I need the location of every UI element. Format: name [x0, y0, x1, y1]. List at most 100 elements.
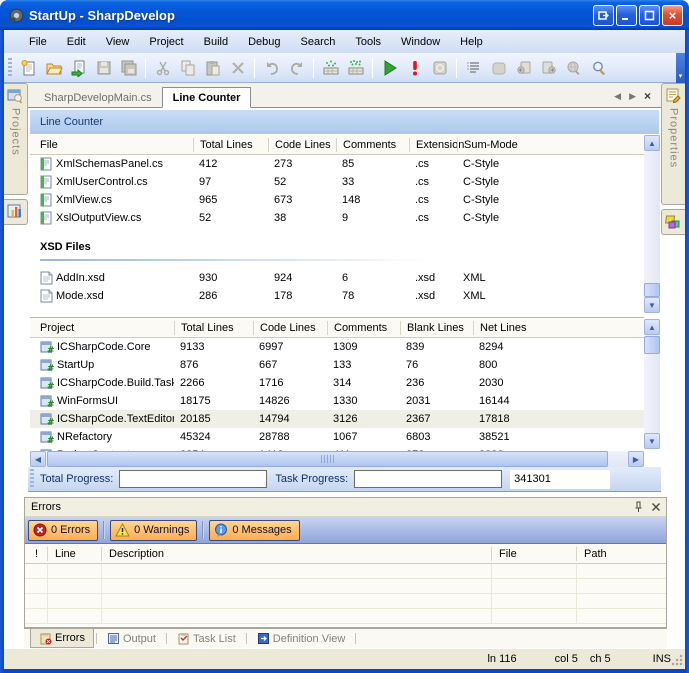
sidebar-tab-projects[interactable]: Projects [4, 83, 28, 195]
open-folder-icon[interactable] [41, 56, 66, 80]
toolbar-overflow-button[interactable]: ▾ [676, 53, 685, 83]
col-net-lines[interactable]: Net Lines [473, 321, 644, 335]
table-row[interactable]: XmlView.cs 965 673 148 .cs C-Style [30, 191, 644, 209]
scrollbar-thumb[interactable] [47, 451, 608, 467]
col-total-lines[interactable]: Total Lines [193, 138, 268, 152]
rebuild-icon[interactable] [343, 56, 368, 80]
close-panel-icon[interactable] [650, 501, 662, 513]
menu-edit[interactable]: Edit [58, 33, 95, 51]
toggle-lines-icon[interactable] [461, 56, 486, 80]
table-row[interactable]: XmlSchemasPanel.cs 412 273 85 .cs C-Styl… [30, 155, 644, 173]
col-extension[interactable]: Extension [409, 138, 457, 152]
col-severity[interactable]: ! [25, 547, 47, 561]
table-row[interactable]: #ICSharpCode.Build.Tasks 2266 1716 314 2… [30, 374, 644, 392]
scroll-left-icon[interactable]: ◀ [30, 451, 46, 467]
errors-table-header[interactable]: ! Line Description File Path [25, 544, 666, 564]
tab-next-icon[interactable]: ▶ [629, 91, 636, 102]
table-row[interactable]: #StartUp 876 667 133 76 800 [30, 356, 644, 374]
scroll-up-icon[interactable]: ▲ [644, 319, 660, 335]
cell: 1716 [253, 377, 327, 389]
progress-grip[interactable] [30, 469, 34, 489]
svg-text:#: # [47, 364, 54, 372]
resize-grip[interactable] [671, 654, 683, 666]
toolbar-grip[interactable] [8, 58, 12, 78]
sidebar-tab-toolbox[interactable] [661, 209, 685, 235]
tab-definition-view[interactable]: Definition View [249, 629, 354, 648]
menu-search[interactable]: Search [292, 33, 345, 51]
scroll-up-icon[interactable]: ▲ [644, 135, 660, 151]
menu-build[interactable]: Build [195, 33, 237, 51]
col-comments[interactable]: Comments [336, 138, 409, 152]
table-row[interactable]: XmlUserControl.cs 97 52 33 .cs C-Style [30, 173, 644, 191]
col-line[interactable]: Line [47, 547, 101, 561]
scrollbar-thumb[interactable] [644, 336, 660, 354]
scroll-right-icon[interactable]: ▶ [628, 451, 644, 467]
run-icon[interactable] [377, 56, 402, 80]
projects-icon [7, 87, 24, 104]
dock-button[interactable] [593, 5, 614, 26]
sidebar-label-projects: Projects [10, 108, 22, 156]
tab-sharpdevelopmain[interactable]: SharpDevelopMain.cs [34, 88, 162, 107]
col-description[interactable]: Description [101, 547, 491, 561]
sidebar-tab-properties[interactable]: Properties [661, 83, 685, 205]
files-scrollbar[interactable]: ▲ ▼ [644, 135, 660, 313]
col-sum-mode[interactable]: Sum-Mode [457, 138, 644, 152]
menu-project[interactable]: Project [140, 33, 192, 51]
tab-prev-icon[interactable]: ◀ [614, 91, 621, 102]
cell: 1309 [327, 341, 400, 353]
minimize-button[interactable] [616, 5, 637, 26]
maximize-button[interactable] [639, 5, 660, 26]
menu-file[interactable]: File [20, 33, 56, 51]
col-file[interactable]: File [30, 138, 193, 152]
table-row-selected[interactable]: #ICSharpCode.TextEditor 20185 14794 3126… [30, 410, 644, 428]
col-comments[interactable]: Comments [327, 321, 400, 335]
new-file-icon[interactable] [16, 56, 41, 80]
sidebar-tab-classes[interactable] [4, 199, 28, 225]
menu-help[interactable]: Help [451, 33, 492, 51]
menu-window[interactable]: Window [392, 33, 449, 51]
table-row[interactable]: Mode.xsd 286 178 78 .xsd XML [30, 287, 644, 305]
projects-scrollbar-vertical[interactable]: ▲ ▼ [644, 319, 660, 449]
abort-icon[interactable] [402, 56, 427, 80]
scroll-down-icon[interactable]: ▼ [644, 433, 660, 449]
tab-output[interactable]: Output [99, 629, 164, 648]
errors-panel-titlebar[interactable]: Errors [25, 498, 666, 517]
pin-icon[interactable] [632, 501, 644, 513]
projects-scrollbar-horizontal[interactable]: ◀ ▶ [30, 451, 644, 467]
table-row[interactable]: #NRefactory 45324 28788 1067 6803 38521 [30, 428, 644, 446]
errors-tab-icon [39, 632, 52, 645]
tab-errors[interactable]: Errors [30, 629, 94, 648]
col-file[interactable]: File [491, 547, 576, 561]
messages-filter-button[interactable]: 0 Messages [209, 520, 299, 541]
table-row[interactable]: AddIn.xsd 930 924 6 .xsd XML [30, 269, 644, 287]
col-path[interactable]: Path [576, 547, 666, 561]
open-file-icon[interactable] [66, 56, 91, 80]
tab-line-counter[interactable]: Line Counter [162, 87, 252, 108]
errors-filter-button[interactable]: 0 Errors [28, 520, 98, 541]
errors-panel: Errors 0 Errors 0 Warnings 0 Mess [24, 497, 667, 628]
menu-debug[interactable]: Debug [239, 33, 289, 51]
table-row[interactable]: #WinFormsUI 18175 14826 1330 2031 16144 [30, 392, 644, 410]
table-row[interactable]: XslOutputView.cs 52 38 9 .cs C-Style [30, 209, 644, 227]
col-blank-lines[interactable]: Blank Lines [400, 321, 473, 335]
scrollbar-thumb[interactable] [644, 283, 660, 297]
close-button[interactable]: × [662, 5, 683, 26]
build-icon[interactable] [318, 56, 343, 80]
title-bar[interactable]: StartUp - SharpDevelop × [0, 0, 689, 30]
col-code-lines[interactable]: Code Lines [268, 138, 336, 152]
warnings-filter-button[interactable]: 0 Warnings [110, 520, 197, 541]
projects-table-header[interactable]: Project Total Lines Code Lines Comments … [30, 318, 644, 338]
cell: 133 [327, 359, 400, 371]
tab-task-list[interactable]: Task List [169, 629, 244, 648]
col-total-lines[interactable]: Total Lines [174, 321, 253, 335]
tab-close-icon[interactable]: × [644, 89, 651, 103]
table-row[interactable]: #ICSharpCode.Core 9133 6997 1309 839 829… [30, 338, 644, 356]
scroll-down-icon[interactable]: ▼ [644, 297, 660, 313]
menu-view[interactable]: View [97, 33, 139, 51]
files-table-header[interactable]: File Total Lines Code Lines Comments Ext… [30, 135, 644, 155]
status-ins-mode: INS [653, 653, 671, 665]
find-icon[interactable] [586, 56, 611, 80]
col-project[interactable]: Project [30, 321, 174, 335]
menu-tools[interactable]: Tools [346, 33, 390, 51]
col-code-lines[interactable]: Code Lines [253, 321, 327, 335]
